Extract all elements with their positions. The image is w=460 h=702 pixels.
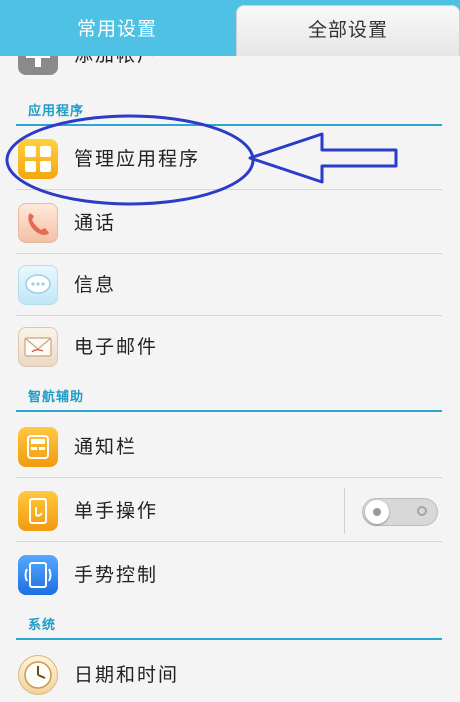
section-header-assist: 智航辅助 [0,382,460,412]
settings-row-date-time[interactable]: 日期和时间 [0,644,460,702]
section-divider [16,124,442,126]
gesture-icon [18,555,58,595]
tab-all-settings[interactable]: 全部设置 [236,5,460,56]
settings-row-label: 单手操作 [74,500,159,522]
section-title: 智航辅助 [28,390,85,405]
settings-row-email[interactable]: 电子邮件 [0,316,460,378]
grid-apps-icon [18,139,58,179]
section-title: 系统 [28,618,57,633]
notification-bar-icon [18,427,58,467]
clock-icon [18,655,58,695]
settings-row-label: 信息 [74,274,117,296]
toggle-knob [365,500,389,524]
settings-row-gesture[interactable]: 手势控制 [0,544,460,606]
settings-row-notification-bar[interactable]: 通知栏 [0,416,460,478]
add-account-icon [18,56,58,75]
settings-row-label: 通知栏 [74,436,138,458]
settings-row-message[interactable]: 信息 [0,254,460,316]
section-divider [16,638,442,640]
section-title: 应用程序 [28,104,85,119]
tab-bar: 常用设置 全部设置 [0,0,460,56]
settings-row-one-hand[interactable]: 单手操作 [0,480,460,542]
settings-row-label: 管理应用程序 [74,148,201,170]
settings-row-label: 通话 [74,212,117,234]
row-divider [16,189,442,190]
settings-row-label: 日期和时间 [74,664,180,686]
envelope-icon [18,327,58,367]
tab-common-settings[interactable]: 常用设置 [0,0,234,56]
chat-bubble-icon [18,265,58,305]
phone-icon [18,203,58,243]
row-divider [16,541,442,542]
toggle-divider [344,488,345,534]
settings-row-call[interactable]: 通话 [0,192,460,254]
one-hand-toggle[interactable] [362,498,438,526]
row-divider [16,477,442,478]
section-header-system: 系统 [0,610,460,640]
toggle-off-indicator [417,506,427,516]
settings-row-manage-apps[interactable]: 管理应用程序 [0,128,460,190]
settings-list: 添加帐户 应用程序 管理应用程序 通话 信息 电子邮件 智航辅助 [0,56,460,702]
section-divider [16,410,442,412]
settings-row-label: 电子邮件 [74,336,159,358]
section-header-apps: 应用程序 [0,96,460,126]
settings-row-add-account[interactable]: 添加帐户 [0,56,460,86]
settings-row-label: 手势控制 [74,564,159,586]
one-hand-icon [18,491,58,531]
settings-row-label: 添加帐户 [74,56,158,86]
